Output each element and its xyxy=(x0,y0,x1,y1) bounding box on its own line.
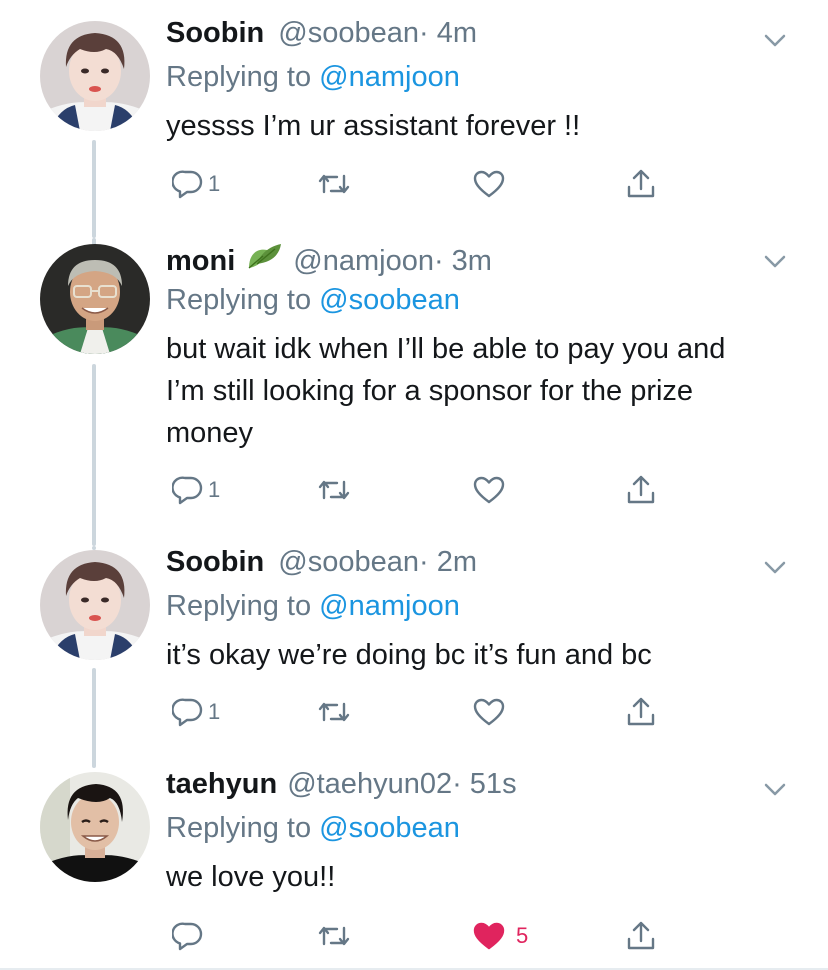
display-name[interactable]: taehyun xyxy=(166,768,277,801)
thread-line xyxy=(92,140,96,238)
display-name[interactable]: Soobin xyxy=(166,17,264,50)
reply-button[interactable]: 1 xyxy=(172,164,220,204)
chevron-down-icon[interactable] xyxy=(762,248,788,274)
mention-link[interactable]: @soobean xyxy=(319,284,460,316)
like-button[interactable]: 5 xyxy=(472,916,528,956)
timestamp[interactable]: · 2m xyxy=(419,546,477,579)
display-name[interactable]: Soobin xyxy=(166,546,264,579)
reply-button[interactable]: 1 xyxy=(172,692,220,732)
reply-count: 1 xyxy=(208,171,221,196)
avatar-moni[interactable] xyxy=(40,244,150,354)
replying-to: Replying to @namjoon xyxy=(166,590,460,622)
mention-link[interactable]: @namjoon xyxy=(319,61,460,93)
reply-count: 1 xyxy=(208,477,221,502)
mention-link[interactable]: @soobean xyxy=(319,812,460,844)
like-count: 5 xyxy=(516,923,529,948)
reply-button[interactable] xyxy=(172,916,208,956)
like-button[interactable] xyxy=(472,692,506,732)
reply-icon xyxy=(172,696,204,728)
chevron-down-icon[interactable] xyxy=(762,554,788,580)
replying-to: Replying to @namjoon xyxy=(166,61,460,93)
timestamp[interactable]: · 4m xyxy=(419,17,477,50)
avatar-soobin[interactable] xyxy=(40,21,150,131)
reply-icon xyxy=(172,474,204,506)
retweet-icon xyxy=(316,474,352,506)
reply-button[interactable]: 1 xyxy=(172,470,220,510)
timestamp[interactable]: · 51s xyxy=(452,768,516,801)
like-button[interactable] xyxy=(472,164,506,204)
retweet-icon xyxy=(316,696,352,728)
retweet-button[interactable] xyxy=(316,916,352,956)
retweet-button[interactable] xyxy=(316,692,352,732)
avatar-taehyun[interactable] xyxy=(40,772,150,882)
tweet-text: it’s okay we’re doing bc it’s fun and bc xyxy=(166,639,652,671)
tweet-actions: 1 xyxy=(166,470,666,510)
tweet-actions: 5 xyxy=(166,916,666,956)
mention-link[interactable]: @namjoon xyxy=(319,590,460,622)
share-button[interactable] xyxy=(624,692,658,732)
like-button[interactable] xyxy=(472,470,506,510)
retweet-button[interactable] xyxy=(316,470,352,510)
replying-to: Replying to @soobean xyxy=(166,812,460,844)
tweet-4[interactable]: taehyun @taehyun02 · 51s Replying to @so… xyxy=(0,768,828,970)
thread-line xyxy=(92,364,96,546)
heart-icon xyxy=(472,474,506,506)
chevron-down-icon[interactable] xyxy=(762,27,788,53)
share-icon xyxy=(624,695,658,729)
thread-line xyxy=(92,668,96,768)
share-button[interactable] xyxy=(624,916,658,956)
retweet-icon xyxy=(316,920,352,952)
reply-count: 1 xyxy=(208,699,221,724)
tweet-text: but wait idk when I’ll be able to pay yo… xyxy=(166,333,726,449)
user-handle[interactable]: @soobean xyxy=(278,17,419,50)
share-icon xyxy=(624,919,658,953)
tweet-1[interactable]: Soobin @soobean · 4m Replying to @namjoo… xyxy=(0,0,828,238)
reply-icon xyxy=(172,168,204,200)
leaf-emoji xyxy=(245,240,285,270)
heart-icon xyxy=(472,168,506,200)
replying-to: Replying to @soobean xyxy=(166,284,460,316)
tweet-actions: 1 xyxy=(166,692,666,732)
retweet-icon xyxy=(316,168,352,200)
user-handle[interactable]: @soobean xyxy=(278,546,419,579)
tweet-text: we love you!! xyxy=(166,861,336,893)
user-handle[interactable]: @namjoon xyxy=(293,245,434,278)
timestamp[interactable]: · 3m xyxy=(434,245,492,278)
retweet-button[interactable] xyxy=(316,164,352,204)
display-name[interactable]: moni xyxy=(166,245,235,278)
reply-icon xyxy=(172,920,204,952)
user-handle[interactable]: @taehyun02 xyxy=(287,768,452,801)
share-button[interactable] xyxy=(624,164,658,204)
tweet-text: yessss I’m ur assistant forever !! xyxy=(166,110,581,142)
share-button[interactable] xyxy=(624,470,658,510)
avatar-soobin[interactable] xyxy=(40,550,150,660)
heart-icon xyxy=(472,696,506,728)
share-icon xyxy=(624,473,658,507)
share-icon xyxy=(624,167,658,201)
tweet-actions: 1 xyxy=(166,164,666,204)
tweet-3[interactable]: Soobin @soobean · 2m Replying to @namjoo… xyxy=(0,546,828,768)
tweet-2[interactable]: moni @namjoon · 3m Replying to @soobean … xyxy=(0,238,828,546)
heart-icon xyxy=(472,920,506,952)
chevron-down-icon[interactable] xyxy=(762,776,788,802)
